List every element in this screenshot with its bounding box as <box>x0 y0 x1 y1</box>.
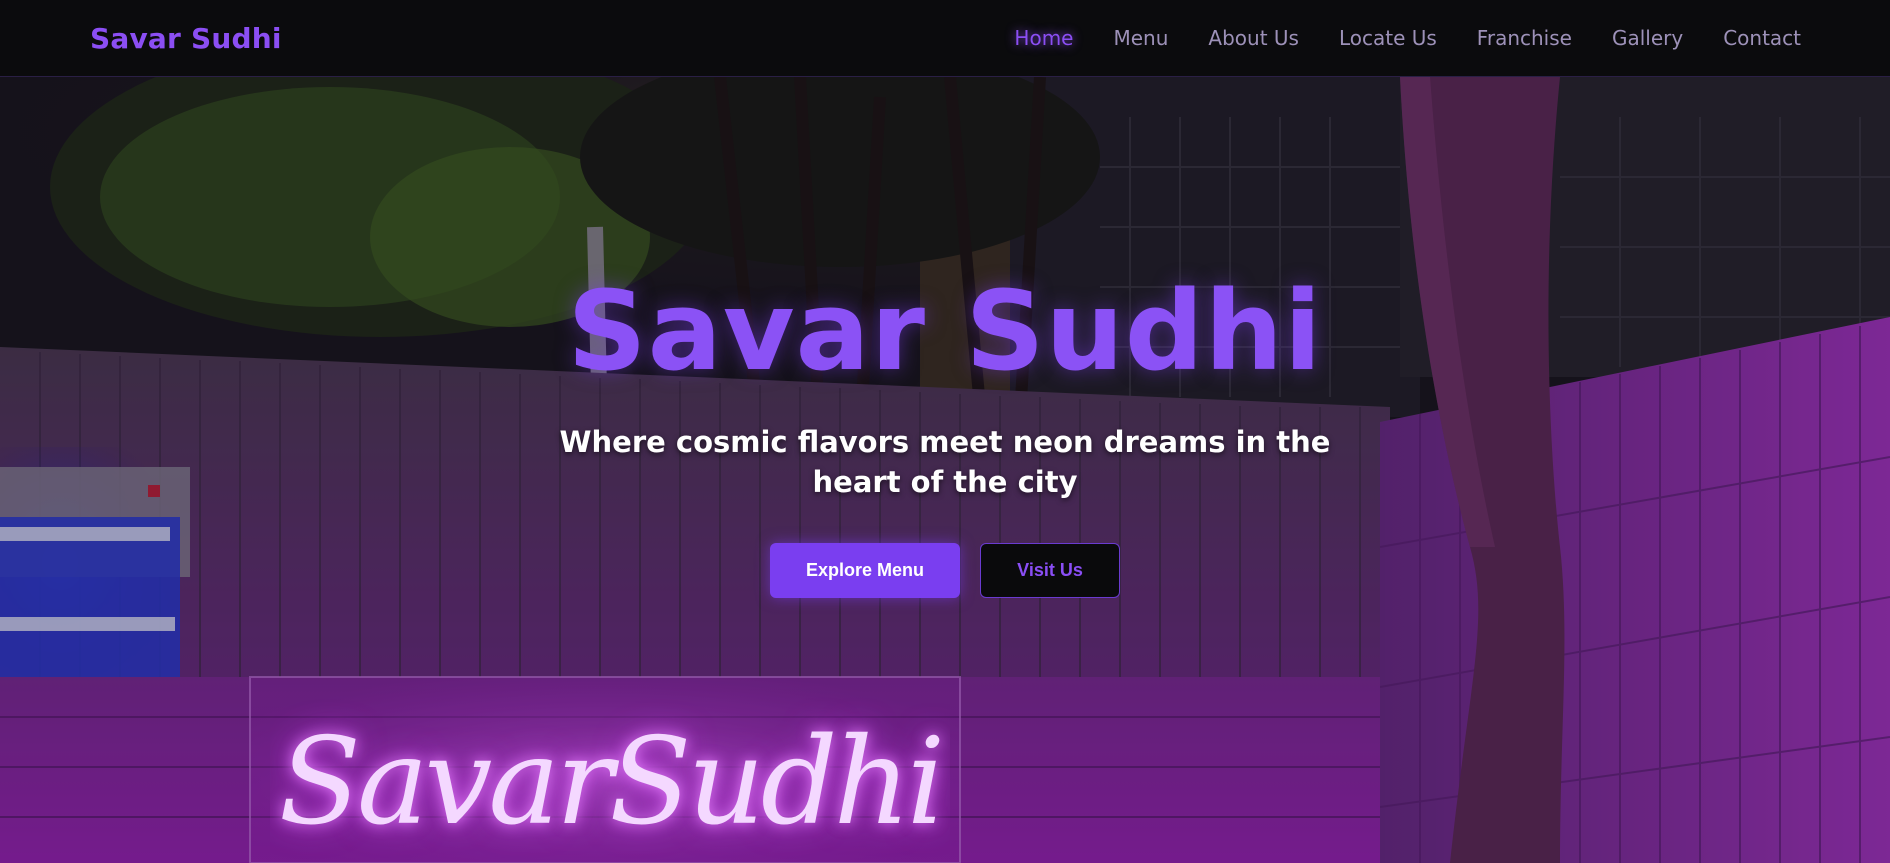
explore-menu-button[interactable]: Explore Menu <box>770 543 960 598</box>
brand-logo[interactable]: Savar Sudhi <box>90 22 282 55</box>
nav-link-locate-us[interactable]: Locate Us <box>1339 26 1437 50</box>
nav-link-about-us[interactable]: About Us <box>1208 26 1299 50</box>
nav-links: Home Menu About Us Locate Us Franchise G… <box>974 26 1801 50</box>
nav-link-gallery[interactable]: Gallery <box>1612 26 1683 50</box>
hero-section: SavarSudhi Savar Sudhi Where cosmic flav… <box>0 77 1890 863</box>
visit-us-button[interactable]: Visit Us <box>980 543 1120 598</box>
nav-link-contact[interactable]: Contact <box>1723 26 1801 50</box>
nav-link-home[interactable]: Home <box>1014 26 1073 50</box>
hero-title: Savar Sudhi <box>567 267 1323 395</box>
nav-link-menu[interactable]: Menu <box>1113 26 1168 50</box>
nav-link-franchise[interactable]: Franchise <box>1477 26 1572 50</box>
neon-sign: SavarSudhi <box>278 712 945 852</box>
hero-tagline: Where cosmic flavors meet neon dreams in… <box>559 425 1331 499</box>
top-navbar: Savar Sudhi Home Menu About Us Locate Us… <box>0 0 1890 77</box>
